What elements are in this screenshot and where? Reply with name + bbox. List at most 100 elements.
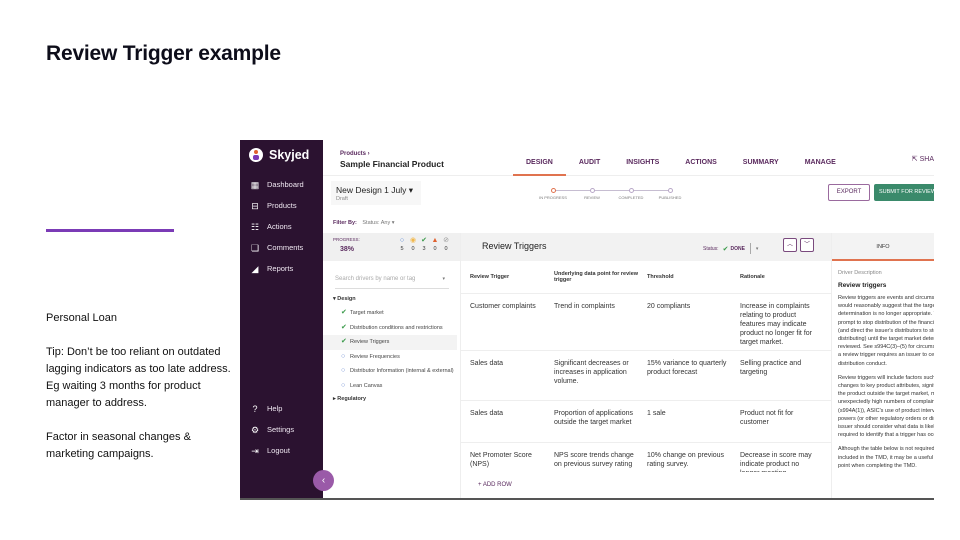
- help-icon: ?: [252, 403, 258, 414]
- count-warning: ▲ 0: [431, 236, 439, 254]
- status-counts: ○ 5 ◉ 0 ✔ 3 ▲ 0 ⊘ 0: [398, 236, 450, 254]
- cell[interactable]: Customer complaints: [461, 302, 554, 350]
- info-paragraph: Review triggers are events and circumsta…: [838, 295, 934, 367]
- na-icon: ⊘: [443, 237, 449, 244]
- sidebar-item-label: Settings: [267, 425, 295, 434]
- tab-actions[interactable]: ACTIONS: [672, 140, 730, 176]
- tab-design[interactable]: DESIGN: [513, 140, 566, 176]
- table-row[interactable]: Sales data Significant decreases or incr…: [461, 351, 831, 401]
- sidebar-item-comments[interactable]: ❏ Comments: [250, 237, 304, 258]
- step-dot: [628, 188, 634, 193]
- tree-item-review-triggers[interactable]: ✔ Review Triggers: [323, 335, 457, 350]
- info-paragraph: Although the table below is not required…: [838, 446, 934, 469]
- sidebar-item-reports[interactable]: ◢ Reports: [250, 258, 304, 279]
- sidebar-item-label: Help: [267, 404, 283, 413]
- sidebar-item-dashboard[interactable]: ▦ Dashboard: [250, 174, 304, 195]
- cell[interactable]: Significant decreases or increases in ap…: [554, 359, 647, 400]
- tree-group-regulatory[interactable]: ▸ Regulatory: [333, 393, 457, 406]
- cell[interactable]: Proportion of applications outside the t…: [554, 409, 647, 442]
- logo[interactable]: Skyjed: [249, 148, 309, 162]
- step-label: REVIEW: [584, 195, 600, 200]
- notes-product: Personal Loan: [46, 312, 117, 324]
- add-row-button[interactable]: + ADD ROW: [461, 472, 831, 498]
- filter-label: Filter By:: [333, 220, 357, 226]
- tab-summary[interactable]: SUMMARY: [730, 140, 792, 176]
- submit-for-review-button[interactable]: SUBMIT FOR REVIEW: [874, 184, 934, 201]
- cell[interactable]: 1 sale: [647, 409, 740, 442]
- cell[interactable]: Selling practice and targeting: [740, 359, 825, 400]
- cell[interactable]: Increase in complaints relating to produ…: [740, 302, 825, 350]
- sidebar-nav: ▦ Dashboard ⊟ Products ☷ Actions ❏ Comme…: [250, 174, 304, 279]
- status-control: Status: ✔ DONE ▾: [703, 243, 758, 254]
- table-row[interactable]: Customer complaints Trend in complaints …: [461, 294, 831, 351]
- group-label: Design: [337, 296, 356, 302]
- sidebar-item-label: Dashboard: [267, 180, 304, 189]
- column-header: Underlying data point for review trigger: [554, 271, 639, 283]
- status-dropdown-icon[interactable]: ▾: [756, 246, 759, 252]
- tab-insights[interactable]: INSIGHTS: [613, 140, 672, 176]
- collapse-sidebar-button[interactable]: ‹: [313, 470, 334, 491]
- design-name: New Design 1 July: [336, 185, 407, 195]
- sidebar-item-products[interactable]: ⊟ Products: [250, 195, 304, 216]
- status-value: DONE: [730, 245, 745, 252]
- reports-icon: ◢: [251, 263, 259, 274]
- next-driver-button[interactable]: ﹀: [800, 238, 814, 252]
- step-completed: COMPLETED: [611, 188, 651, 200]
- sidebar-item-settings[interactable]: ⚙ Settings: [250, 419, 294, 440]
- notes-factor: Factor in seasonal changes & marketing c…: [46, 431, 191, 460]
- check-icon: ✔: [722, 245, 729, 253]
- export-button[interactable]: EXPORT: [828, 184, 870, 201]
- cell[interactable]: 15% variance to quarterly product foreca…: [647, 359, 740, 400]
- design-version-dropdown[interactable]: New Design 1 July ▾ Draft: [331, 181, 421, 205]
- sidebar-item-actions[interactable]: ☷ Actions: [250, 216, 304, 237]
- step-review: REVIEW: [572, 188, 612, 200]
- check-icon: ✔: [341, 323, 347, 331]
- status-filter-dropdown[interactable]: Status: Any ▾: [362, 220, 394, 226]
- skyjed-logo-icon: [249, 148, 263, 162]
- count-value: 3: [422, 246, 426, 252]
- cell[interactable]: Sales data: [461, 409, 554, 442]
- tree-item-target-market[interactable]: ✔ Target market: [333, 306, 457, 321]
- step-label: PUBLISHED: [658, 195, 682, 200]
- step-label: IN PROGRESS: [539, 195, 567, 200]
- divider: [749, 243, 751, 254]
- status-label: Status:: [703, 245, 719, 252]
- breadcrumb[interactable]: Products ›: [340, 151, 370, 157]
- tree-item-distributor-information[interactable]: ○ Distributor Information (internal & ex…: [333, 364, 457, 379]
- tree-item-lean-canvas[interactable]: ○ Lean Canvas: [333, 379, 457, 394]
- driver-search-input[interactable]: Search drivers by name or tag ▾: [335, 273, 449, 289]
- actions-icon: ☷: [250, 221, 260, 232]
- cell[interactable]: 20 compliants: [647, 302, 740, 350]
- done-icon: ✔: [421, 237, 427, 244]
- cell[interactable]: Sales data: [461, 359, 554, 400]
- chevron-down-icon: ﹀: [803, 242, 810, 248]
- share-button[interactable]: ⇱ SHA: [912, 155, 934, 163]
- sidebar-item-label: Comments: [267, 243, 304, 252]
- sidebar-item-logout[interactable]: ⇥ Logout: [250, 440, 294, 461]
- previous-driver-button[interactable]: ︿: [783, 238, 797, 252]
- count-value: 5: [400, 246, 404, 252]
- tab-manage[interactable]: MANAGE: [792, 140, 849, 176]
- step-dot: [667, 188, 673, 193]
- count-in-progress: ◉ 0: [409, 236, 417, 254]
- sidebar-item-help[interactable]: ? Help: [250, 398, 294, 419]
- tab-info[interactable]: INFO: [832, 233, 934, 261]
- tree-item-label: Distribution conditions and restrictions: [350, 324, 443, 331]
- tab-audit[interactable]: AUDIT: [566, 140, 613, 176]
- tree-item-review-frequencies[interactable]: ○ Review Frequencies: [333, 350, 457, 365]
- count-value: 0: [411, 246, 415, 252]
- info-title: Review triggers: [838, 282, 887, 289]
- count-value: 0: [444, 246, 448, 252]
- sidebar-item-label: Actions: [267, 222, 292, 231]
- tree-group-design[interactable]: ▾ Design: [333, 293, 457, 306]
- tree-item-distribution-conditions[interactable]: ✔ Distribution conditions and restrictio…: [333, 321, 457, 336]
- step-published: PUBLISHED: [650, 188, 690, 200]
- table-row[interactable]: Sales data Proportion of applications ou…: [461, 401, 831, 443]
- products-icon: ⊟: [251, 200, 259, 211]
- share-icon: ⇱: [911, 156, 920, 163]
- count-value: 0: [433, 246, 437, 252]
- caret-down-icon[interactable]: ▾: [442, 273, 445, 285]
- progress-value: 38%: [340, 246, 355, 253]
- cell[interactable]: Trend in complaints: [554, 302, 647, 350]
- cell[interactable]: Product not fit for customer: [740, 409, 825, 442]
